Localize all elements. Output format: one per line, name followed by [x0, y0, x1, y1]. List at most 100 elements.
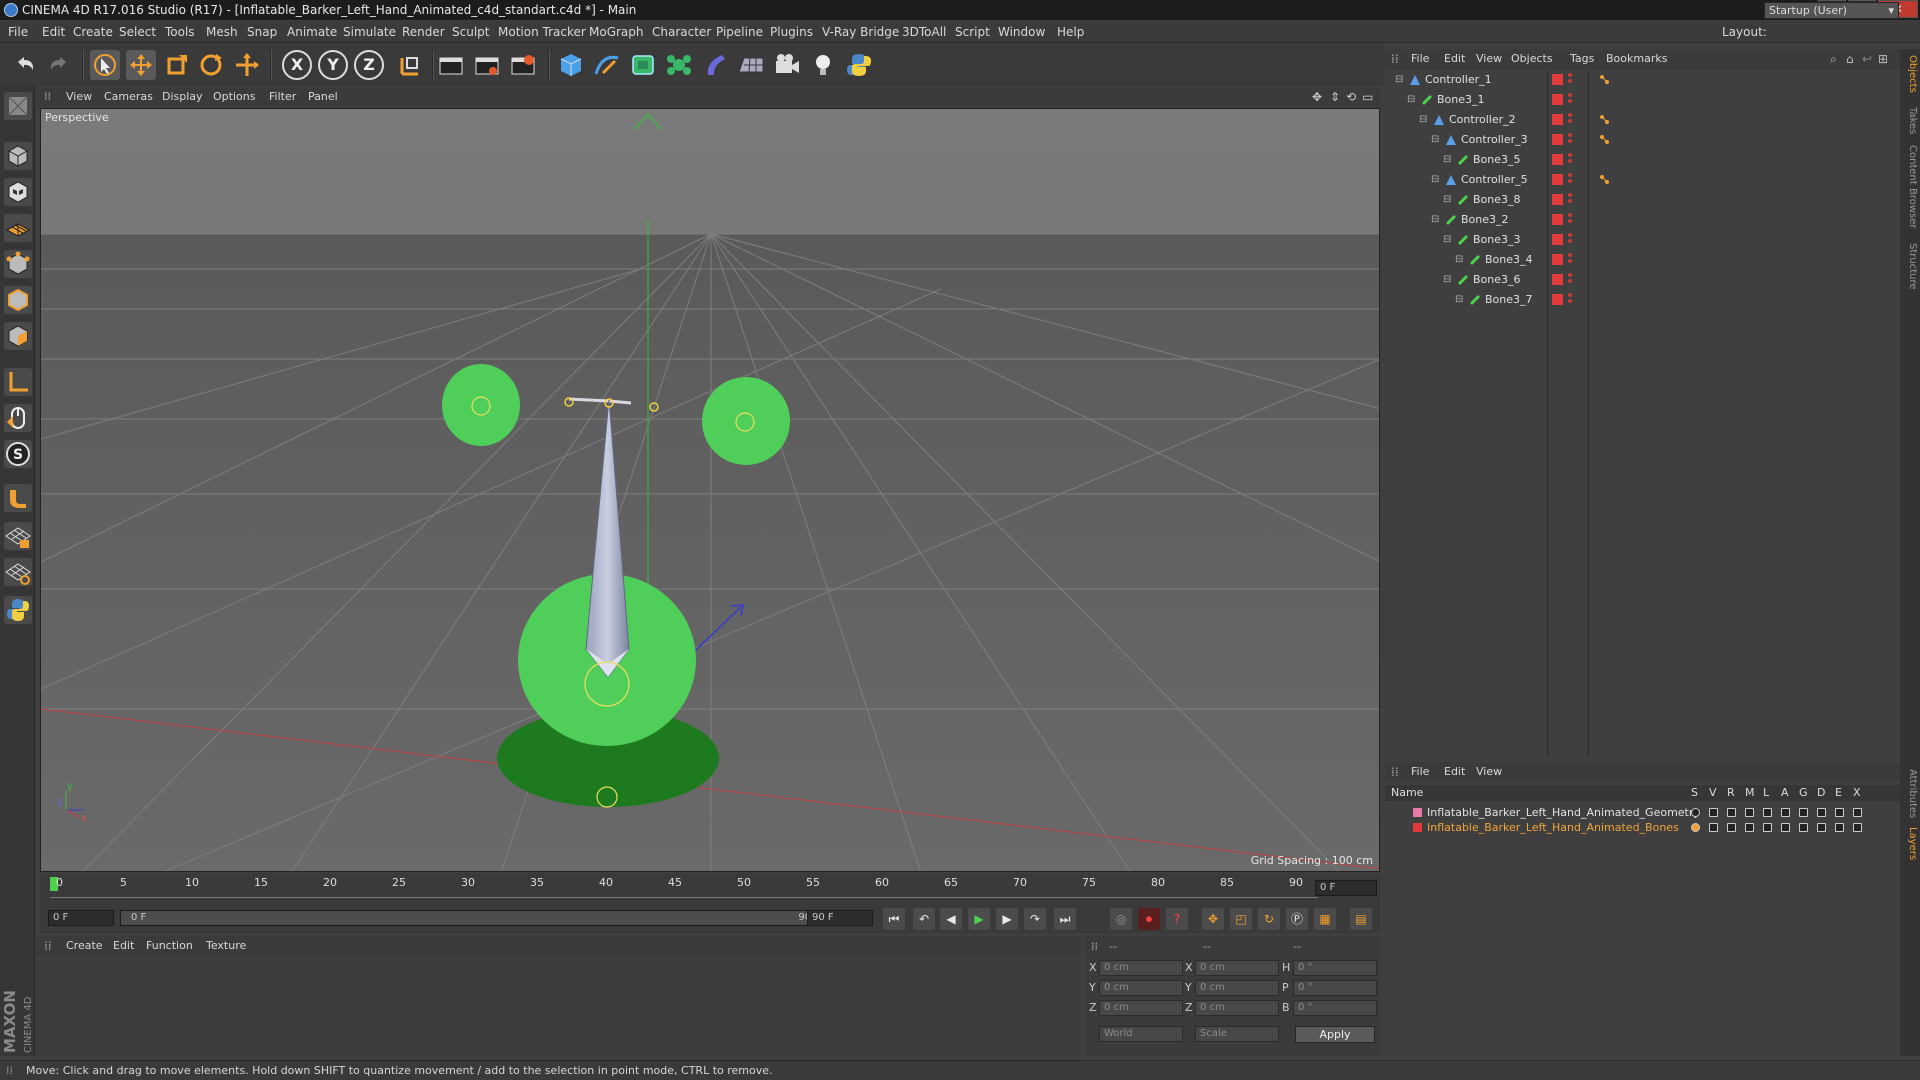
expand-toggle-icon[interactable]: ⊟ [1395, 70, 1403, 90]
redo-icon[interactable] [44, 50, 74, 80]
timeline-window-icon[interactable]: ▤ [1350, 908, 1372, 930]
points-mode-icon[interactable] [4, 250, 32, 278]
expand-toggle-icon[interactable]: ⊟ [1407, 90, 1415, 110]
back-icon[interactable]: ↩ [1862, 49, 1872, 69]
visibility-dots-icon[interactable] [1568, 253, 1572, 267]
model-mode-icon[interactable] [4, 142, 32, 170]
visibility-dots-icon[interactable] [1568, 293, 1572, 307]
menu-select[interactable]: Select [119, 21, 156, 43]
object-menu-objects[interactable]: Objects [1511, 49, 1553, 69]
layer-color-swatch[interactable] [1552, 94, 1563, 105]
previous-frame-icon[interactable]: ◀ [940, 908, 962, 930]
layer-generators-toggle-icon[interactable] [1799, 823, 1808, 832]
mograph-cloner-icon[interactable] [664, 50, 694, 80]
visibility-dots-icon[interactable] [1568, 193, 1572, 207]
right-controller-sphere[interactable] [702, 377, 790, 465]
object-row[interactable]: ⊟ Controller_2 [1385, 110, 1900, 130]
layer-visible-render-toggle-icon[interactable] [1727, 808, 1736, 817]
z-axis-lock-button[interactable]: Z [354, 50, 384, 80]
start-frame-field[interactable]: 0 F [48, 910, 114, 926]
expand-toggle-icon[interactable]: ⊟ [1455, 250, 1463, 270]
viewport-zoom-icon[interactable]: ⇕ [1330, 87, 1340, 107]
grid-snap-icon[interactable] [4, 558, 32, 586]
panel-grip-icon[interactable]: ⁞⁞ [1091, 940, 1098, 953]
record-keys-icon[interactable]: ⏺ [1138, 908, 1160, 930]
layer-color-swatch[interactable] [1413, 808, 1422, 817]
tab-content-browser[interactable]: Content Browser [1902, 145, 1918, 228]
move-tool-icon[interactable] [126, 50, 156, 80]
panel-grip-icon[interactable]: ⁞⁞ [44, 87, 51, 107]
visibility-dots-icon[interactable] [1568, 233, 1572, 247]
menu-character[interactable]: Character [652, 21, 711, 43]
layer-xref-toggle-icon[interactable] [1853, 808, 1862, 817]
object-row[interactable]: ⊟ Bone3_7 [1385, 290, 1900, 310]
tab-layers[interactable]: Layers [1902, 827, 1918, 860]
menu-vray-bridge[interactable]: V-Ray Bridge [822, 21, 899, 43]
current-frame-field[interactable]: 0 F [1315, 880, 1377, 896]
floor-grid-icon[interactable] [736, 50, 766, 80]
object-row[interactable]: ⊟ Controller_3 [1385, 130, 1900, 150]
subdivision-surface-icon[interactable] [628, 50, 658, 80]
viewport-rotate-icon[interactable]: ⟲ [1346, 87, 1356, 107]
play-forward-icon[interactable]: ▶ [968, 908, 990, 930]
size-z-field[interactable]: 0 cm [1195, 1000, 1279, 1016]
rotate-tool-icon[interactable] [196, 50, 226, 80]
expand-toggle-icon[interactable]: ⊟ [1455, 290, 1463, 310]
material-menu-texture[interactable]: Texture [206, 936, 246, 956]
menu-edit[interactable]: Edit [42, 21, 65, 43]
expand-toggle-icon[interactable]: ⊟ [1443, 270, 1451, 290]
menu-animate[interactable]: Animate [287, 21, 337, 43]
expand-toggle-icon[interactable]: ⊟ [1431, 130, 1439, 150]
autokey-icon[interactable]: ? [1166, 908, 1188, 930]
camera-icon[interactable] [772, 50, 802, 80]
live-selection-icon[interactable] [90, 50, 120, 80]
search-icon[interactable]: ⌕ [1830, 49, 1837, 69]
render-view-icon[interactable] [436, 50, 466, 80]
object-row[interactable]: ⊟ Controller_1 [1385, 70, 1900, 90]
object-row[interactable]: ⊟ Bone3_3 [1385, 230, 1900, 250]
menu-mesh[interactable]: Mesh [206, 21, 238, 43]
menu-window[interactable]: Window [998, 21, 1045, 43]
texture-mode-icon[interactable] [4, 178, 32, 206]
object-menu-tags[interactable]: Tags [1570, 49, 1594, 69]
expand-toggle-icon[interactable]: ⊟ [1443, 230, 1451, 250]
make-editable-icon[interactable] [4, 92, 32, 120]
rotation-h-field[interactable]: 0 ° [1293, 960, 1377, 976]
ik-tag-icon[interactable] [1599, 74, 1611, 86]
object-row[interactable]: ⊟ Bone3_5 [1385, 150, 1900, 170]
next-frame-icon[interactable]: ▶ [996, 908, 1018, 930]
pen-spline-icon[interactable] [592, 50, 622, 80]
layer-list[interactable]: Inflatable_Barker_Left_Hand_Animated_Geo… [1385, 801, 1900, 1056]
viewport-menu-cameras[interactable]: Cameras [104, 87, 153, 107]
frame-range-slider[interactable]: 0 F 90 F [120, 910, 835, 926]
menu-snap[interactable]: Snap [247, 21, 277, 43]
menu-help[interactable]: Help [1057, 21, 1084, 43]
magnet-icon[interactable] [4, 484, 32, 512]
cube-primitive-icon[interactable] [556, 50, 586, 80]
key-position-icon[interactable]: ✥ [1202, 908, 1224, 930]
snapping-icon[interactable]: S [4, 440, 32, 468]
menu-script[interactable]: Script [955, 21, 990, 43]
render-settings-icon[interactable] [508, 50, 538, 80]
menu-motion-tracker[interactable]: Motion Tracker [498, 21, 586, 43]
layer-color-swatch[interactable] [1552, 134, 1563, 145]
layer-color-swatch[interactable] [1413, 823, 1422, 832]
object-row[interactable]: ⊟ Bone3_1 [1385, 90, 1900, 110]
menu-file[interactable]: File [8, 21, 28, 43]
menu-simulate[interactable]: Simulate [343, 21, 396, 43]
coordinate-system-icon[interactable] [394, 50, 424, 80]
python-icon[interactable] [844, 50, 874, 80]
layer-deformers-toggle-icon[interactable] [1817, 823, 1826, 832]
layer-color-swatch[interactable] [1552, 114, 1563, 125]
layer-xref-toggle-icon[interactable] [1853, 823, 1862, 832]
layer-manager-toggle-icon[interactable] [1745, 808, 1754, 817]
layer-solo-toggle-icon[interactable] [1691, 808, 1700, 817]
menu-create[interactable]: Create [73, 21, 113, 43]
rotation-b-field[interactable]: 0 ° [1293, 1000, 1377, 1016]
expand-toggle-icon[interactable]: ⊟ [1431, 170, 1439, 190]
object-row[interactable]: ⊟ Bone3_2 [1385, 210, 1900, 230]
layout-dropdown[interactable]: Startup (User) ▾ [1764, 2, 1899, 19]
menu-tools[interactable]: Tools [165, 21, 195, 43]
expand-toggle-icon[interactable]: ⊟ [1431, 210, 1439, 230]
menu-sculpt[interactable]: Sculpt [452, 21, 489, 43]
